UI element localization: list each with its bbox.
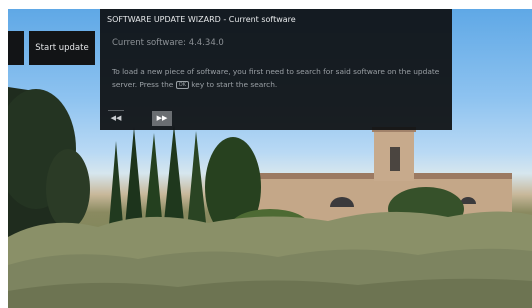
start-update-button[interactable]: Start update: [29, 31, 95, 65]
side-menu-button[interactable]: [8, 31, 24, 65]
tv-screen: Start update SOFTWARE UPDATE WIZARD - Cu…: [8, 9, 532, 308]
ok-key-icon: OK: [175, 81, 189, 89]
church-building: [250, 127, 512, 225]
foreground-shrubs: [8, 211, 532, 308]
wizard-title: SOFTWARE UPDATE WIZARD - Current softwar…: [107, 15, 296, 24]
instructions-text-after: key to start the search.: [191, 80, 278, 89]
double-chevron-left-icon: ◀◀: [110, 114, 122, 122]
software-update-wizard-panel: SOFTWARE UPDATE WIZARD - Current softwar…: [100, 9, 452, 130]
next-button[interactable]: ▶▶: [152, 111, 172, 126]
back-button[interactable]: ◀◀: [106, 111, 126, 126]
double-chevron-right-icon: ▶▶: [156, 114, 168, 122]
current-software-version: Current software: 4.4.34.0: [112, 38, 224, 48]
wizard-instructions: To load a new piece of software, you fir…: [112, 65, 442, 91]
